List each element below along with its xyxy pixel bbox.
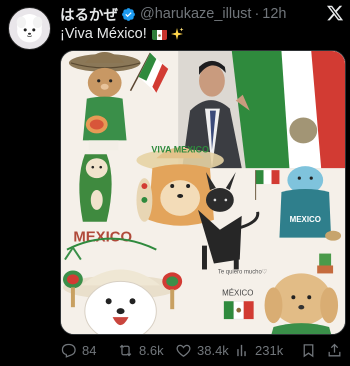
avatar[interactable] [8, 7, 51, 50]
reply-button[interactable]: 84 [60, 342, 96, 359]
share-icon [328, 343, 341, 356]
timestamp[interactable]: 12h [262, 6, 286, 22]
like-button[interactable]: 38.4k [175, 342, 229, 359]
tamale-kitten [79, 154, 112, 222]
display-name[interactable]: はるかぜ [60, 4, 118, 25]
repost-count: 8.6k [139, 342, 164, 358]
cactus [317, 253, 334, 274]
mascot-text: MEXICO [290, 215, 321, 224]
note-text: Te quiero mucho♡ [218, 268, 267, 275]
like-icon [176, 344, 191, 357]
repost-icon [119, 344, 132, 356]
share-button[interactable] [326, 342, 343, 359]
like-count: 38.4k [197, 342, 229, 358]
bookmark-icon [303, 343, 314, 357]
handle[interactable]: @harukaze_illust [140, 6, 251, 22]
reply-icon [61, 343, 76, 358]
tweet-text-body: ¡Viva México! [60, 26, 147, 42]
sombrero-text: VIVA MEXICO [151, 144, 209, 154]
tweet-text: ¡Viva México! [60, 26, 184, 42]
sparkles-emoji [170, 27, 184, 41]
verified-badge-icon [121, 7, 136, 22]
separator: · [254, 6, 260, 22]
mexico-card: MÉXICO [222, 288, 254, 320]
views-button[interactable]: 231k [233, 342, 283, 359]
bookmark-button[interactable] [300, 342, 317, 359]
mexico-flag-emoji [151, 29, 167, 40]
repost-button[interactable]: 8.6k [117, 342, 164, 359]
action-bar: 84 8.6k 38.4k 231k [60, 341, 342, 359]
views-count: 231k [255, 342, 284, 358]
tweet-header: はるかぜ @harukaze_illust · 12h [60, 4, 340, 25]
views-icon [237, 344, 246, 356]
x-logo-icon[interactable] [326, 4, 344, 22]
tweet-image[interactable]: VIVA MEXICO MEXICO MEXICO Te quiero much… [60, 50, 346, 335]
reply-count: 84 [82, 342, 97, 358]
card-text: MÉXICO [222, 288, 253, 297]
